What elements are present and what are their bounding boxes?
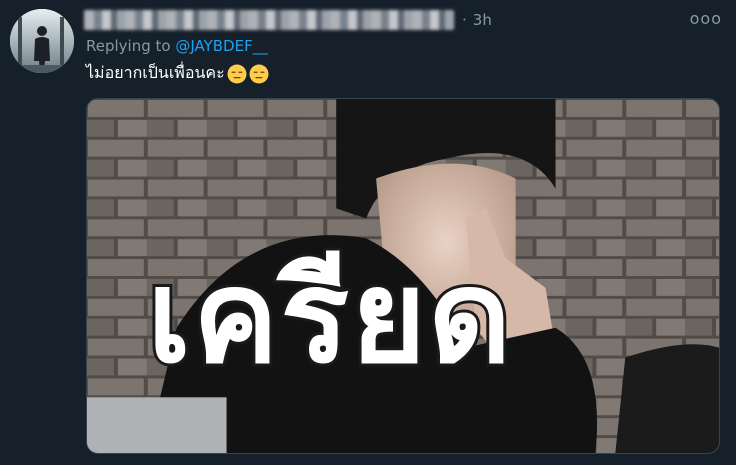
replying-to: Replying to @JAYBDEF__: [86, 37, 268, 55]
avatar-image: [10, 9, 74, 73]
tweet-header: · 3h: [84, 8, 492, 32]
expressionless-face-icon: [227, 64, 247, 83]
expressionless-face-icon: [249, 64, 269, 83]
time-separator: ·: [462, 11, 467, 29]
more-options-icon[interactable]: ooo: [690, 9, 722, 28]
replying-to-handle-link[interactable]: @JAYBDEF__: [175, 37, 267, 55]
tweet-media-image[interactable]: เครียด: [86, 98, 720, 454]
tweet[interactable]: · 3h ooo Replying to @JAYBDEF__ ไม่อยากเ…: [0, 0, 736, 465]
tweet-body: ไม่อยากเป็นเพื่อนคะ: [86, 63, 225, 82]
redacted-user-name[interactable]: [84, 10, 454, 30]
replying-to-label: Replying to: [86, 37, 176, 55]
tweet-text: ไม่อยากเป็นเพื่อนคะ: [86, 61, 269, 86]
avatar[interactable]: [10, 9, 74, 73]
timestamp[interactable]: 3h: [473, 11, 492, 29]
meme-caption: เครียด: [144, 243, 514, 392]
